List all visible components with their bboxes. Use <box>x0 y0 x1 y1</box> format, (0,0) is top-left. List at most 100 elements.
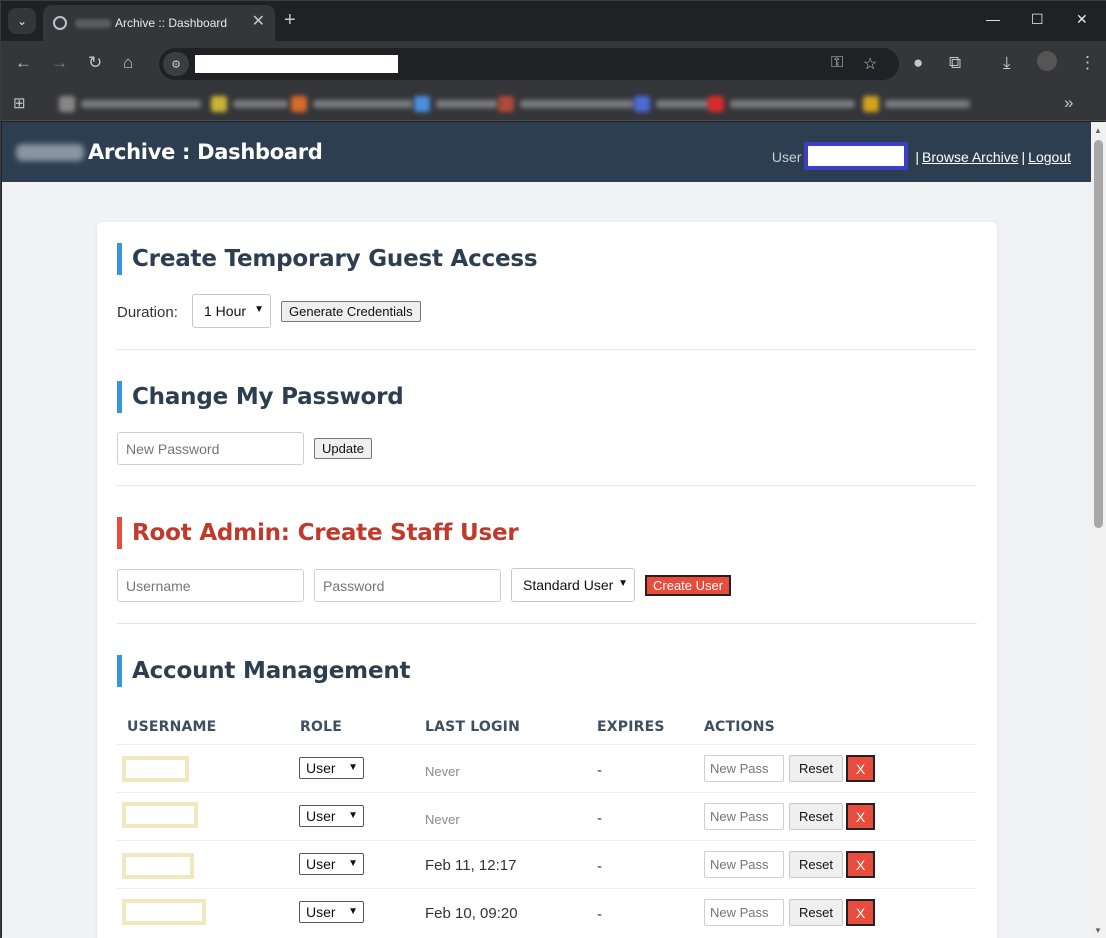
home-icon[interactable]: ⌂ <box>123 53 133 73</box>
tab-close-icon[interactable]: ✕ <box>252 14 265 30</box>
browser-toolbar: ← → ↻ ⌂ ⚙ ⚿ ☆ ● ⧉ ⤓ ⋮ <box>1 41 1106 87</box>
reset-button[interactable]: Reset <box>789 803 843 830</box>
maximize-button[interactable]: ☐ <box>1031 11 1044 28</box>
bookmark-item[interactable] <box>414 96 498 112</box>
delete-user-button[interactable]: X <box>846 755 875 782</box>
site-info-icon[interactable]: ⚙ <box>163 52 189 76</box>
table-header-line <box>117 744 977 745</box>
back-icon[interactable]: ← <box>15 53 32 73</box>
role-value: User <box>306 760 336 776</box>
new-tab-button[interactable]: + <box>284 10 296 30</box>
role-value: User <box>306 808 336 824</box>
address-bar[interactable]: ⚙ ⚿ ☆ <box>159 48 899 80</box>
chevron-down-icon: ▼ <box>348 762 358 773</box>
row-new-pass-input[interactable]: New Pass <box>704 851 784 878</box>
section-divider <box>117 485 977 486</box>
expires-value: - <box>597 810 602 827</box>
brand-redacted <box>16 144 84 161</box>
download-icon[interactable]: ⤓ <box>1003 53 1011 73</box>
username-cell-redacted <box>122 853 194 879</box>
chevron-down-icon: ▼ <box>618 578 628 589</box>
minimize-button[interactable]: — <box>986 11 1000 27</box>
scroll-up-icon[interactable]: ▲ <box>1094 126 1102 135</box>
puzzle-icon[interactable]: ⧉ <box>949 53 961 73</box>
forward-icon[interactable]: → <box>51 53 68 73</box>
bookmark-item[interactable] <box>211 96 288 112</box>
row-new-pass-input[interactable]: New Pass <box>704 803 784 830</box>
scrollbar-thumb[interactable] <box>1094 140 1103 528</box>
bookmark-item[interactable] <box>498 96 635 112</box>
bookmarks-bar: ⊞ » <box>1 87 1106 121</box>
username-cell-redacted <box>122 802 198 828</box>
password-input[interactable]: Password <box>314 569 501 602</box>
bookmark-item[interactable] <box>291 96 413 112</box>
column-header-last-login: LAST LOGIN <box>425 719 521 735</box>
row-new-pass-input[interactable]: New Pass <box>704 899 784 926</box>
delete-user-button[interactable]: X <box>846 803 875 830</box>
generate-credentials-button[interactable]: Generate Credentials <box>281 301 421 322</box>
page-viewport: Archive : Dashboard User | Browse Archiv… <box>2 122 1091 938</box>
browser-window: ⌄ Archive :: Dashboard ✕ + — ☐ ✕ ← → ↻ ⌂… <box>0 0 1106 938</box>
tab-title-redacted <box>75 18 111 28</box>
create-user-button[interactable]: Create User <box>645 575 732 596</box>
key-icon[interactable]: ⚿ <box>831 54 843 72</box>
reload-icon[interactable]: ↻ <box>88 53 102 73</box>
delete-user-button[interactable]: X <box>846 851 875 878</box>
bookmark-item[interactable] <box>59 96 201 112</box>
column-header-actions: ACTIONS <box>704 719 775 735</box>
browse-archive-link[interactable]: Browse Archive <box>922 149 1018 165</box>
column-header-role: ROLE <box>300 719 342 735</box>
delete-user-button[interactable]: X <box>846 899 875 926</box>
last-login-value: Never <box>425 812 460 827</box>
page-title: Archive : Dashboard <box>88 140 323 164</box>
chevron-down-icon: ▼ <box>348 906 358 917</box>
username-redacted <box>804 142 909 170</box>
new-password-input[interactable]: New Password <box>117 432 304 465</box>
app-header: Archive : Dashboard User | Browse Archiv… <box>2 122 1091 182</box>
reset-button[interactable]: Reset <box>789 851 843 878</box>
duration-select[interactable]: 1 Hour ▼ <box>192 294 271 328</box>
page-scrollbar[interactable]: ▲ ▼ <box>1091 122 1106 938</box>
role-select[interactable]: User ▼ <box>299 901 364 923</box>
role-value: User <box>306 856 336 872</box>
menu-icon[interactable]: ⋮ <box>1079 53 1096 73</box>
globe-icon <box>53 16 67 30</box>
url-redacted[interactable] <box>195 55 398 73</box>
create-staff-heading: Root Admin: Create Staff User <box>117 517 519 549</box>
staff-role-value: Standard User <box>523 577 614 593</box>
last-login-value: Never <box>425 764 460 779</box>
browser-tab[interactable]: Archive :: Dashboard ✕ <box>43 5 275 41</box>
expires-value: - <box>597 906 602 923</box>
username-input[interactable]: Username <box>117 569 304 602</box>
star-icon[interactable]: ☆ <box>863 54 877 74</box>
nav-separator: | <box>1021 149 1026 165</box>
change-password-heading: Change My Password <box>117 381 404 413</box>
chevron-down-icon: ▼ <box>348 810 358 821</box>
row-new-pass-input[interactable]: New Pass <box>704 755 784 782</box>
update-password-button[interactable]: Update <box>314 438 372 459</box>
bookmark-item[interactable] <box>863 96 970 112</box>
extensions-icon[interactable]: ● <box>913 53 923 73</box>
close-window-button[interactable]: ✕ <box>1076 11 1088 28</box>
chevron-down-icon: ▼ <box>348 858 358 869</box>
last-login-value: Feb 11, 12:17 <box>425 857 517 874</box>
username-cell-redacted <box>122 899 206 925</box>
bookmarks-overflow-icon[interactable]: » <box>1064 93 1073 113</box>
bookmark-item[interactable] <box>634 96 711 112</box>
tab-search-icon[interactable]: ⌄ <box>8 8 36 34</box>
apps-icon[interactable]: ⊞ <box>13 94 26 112</box>
reset-button[interactable]: Reset <box>789 899 843 926</box>
logout-link[interactable]: Logout <box>1028 149 1071 165</box>
tab-strip: ⌄ Archive :: Dashboard ✕ + — ☐ ✕ <box>1 1 1106 41</box>
reset-button[interactable]: Reset <box>789 755 843 782</box>
bookmark-item[interactable] <box>708 96 855 112</box>
role-select[interactable]: User ▼ <box>299 757 364 779</box>
row-divider <box>117 792 977 793</box>
profile-icon[interactable] <box>1037 51 1057 71</box>
role-select[interactable]: User ▼ <box>299 805 364 827</box>
role-select[interactable]: User ▼ <box>299 853 364 875</box>
section-divider <box>117 349 977 350</box>
staff-role-select[interactable]: Standard User ▼ <box>511 568 635 602</box>
scroll-down-icon[interactable]: ▼ <box>1094 926 1102 935</box>
row-divider <box>117 840 977 841</box>
